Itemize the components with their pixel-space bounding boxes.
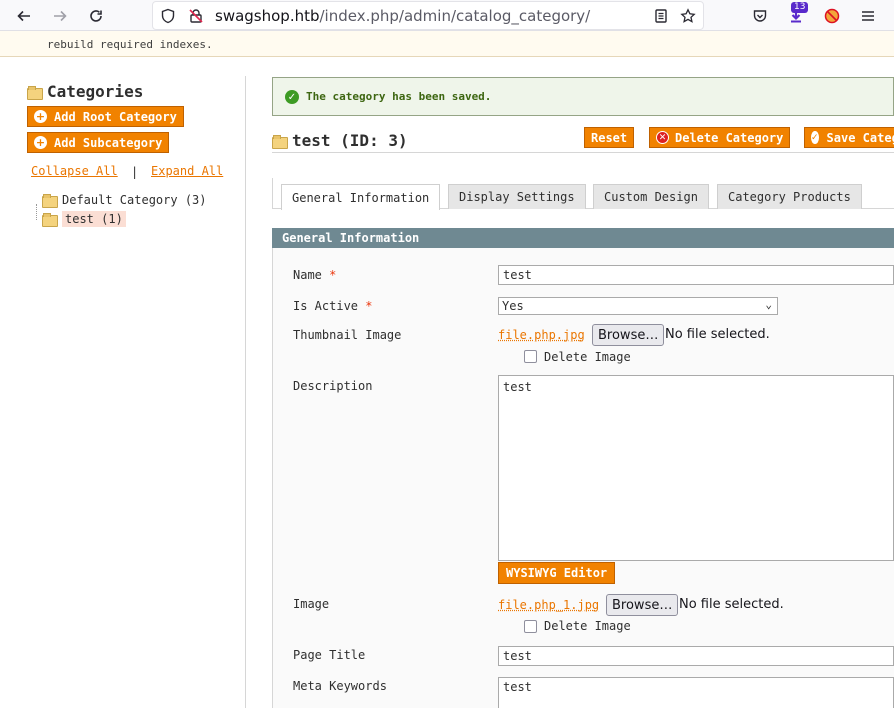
categories-heading: Categories (27, 82, 143, 101)
folder-icon (272, 134, 288, 149)
tab-category-products[interactable]: Category Products (717, 184, 862, 209)
tree-item-default-category[interactable]: Default Category (3) (42, 193, 207, 208)
tab-custom-design[interactable]: Custom Design (593, 184, 709, 209)
section-header: General Information (272, 228, 894, 248)
plus-icon: + (34, 136, 47, 149)
page-title: test (ID: 3) (292, 131, 408, 150)
description-textarea[interactable]: test (498, 375, 894, 561)
back-icon[interactable] (12, 4, 36, 28)
success-message: ✓ The category has been saved. (272, 77, 894, 116)
shield-icon[interactable] (156, 4, 180, 28)
description-label: Description (293, 379, 373, 393)
bookmark-star-icon[interactable] (676, 4, 700, 28)
tab-label: General Information (292, 190, 430, 205)
blocker-extension-icon[interactable] (820, 4, 844, 28)
delete-category-button[interactable]: ✕ Delete Category (649, 127, 791, 148)
url-bar[interactable]: swagshop.htb/index.php/admin/catalog_cat… (152, 1, 704, 30)
categories-title: Categories (47, 82, 144, 101)
meta-keywords-textarea[interactable]: test (498, 677, 894, 708)
tree-item-label: test (1) (62, 211, 126, 227)
tree-connector (36, 204, 37, 220)
expand-all-link[interactable]: Expand All (151, 164, 223, 178)
notice-text: rebuild required indexes. (47, 38, 213, 51)
reset-label: Reset (591, 130, 628, 145)
page-title-input[interactable]: test (498, 646, 894, 666)
delete-label: Delete Category (675, 130, 784, 145)
save-category-button[interactable]: ✓ Save Category (804, 127, 894, 148)
chevron-down-icon: ⌄ (765, 298, 772, 311)
thumbnail-delete-checkbox[interactable] (524, 350, 537, 363)
sidebar-divider (245, 76, 246, 708)
image-delete-label: Delete Image (544, 619, 631, 633)
tab-label: Custom Design (604, 190, 698, 204)
success-text: The category has been saved. (306, 90, 492, 103)
image-file-link[interactable]: file.php_1.jpg (498, 598, 599, 612)
tree-item-label: Default Category (3) (62, 193, 207, 207)
add-subcategory-label: Add Subcategory (54, 135, 163, 150)
tree-item-test[interactable]: test (1) (42, 211, 126, 227)
thumbnail-browse-button[interactable]: Browse… (592, 324, 665, 346)
menu-icon[interactable] (856, 4, 880, 28)
name-input[interactable]: test (498, 265, 894, 285)
add-root-category-label: Add Root Category (54, 109, 177, 124)
thumbnail-no-file-text: No file selected. (665, 327, 770, 342)
plus-icon: + (34, 110, 47, 123)
image-browse-button[interactable]: Browse… (606, 594, 679, 616)
delete-icon: ✕ (656, 131, 669, 144)
tab-label: Category Products (728, 190, 851, 204)
is-active-label: Is Active * (293, 299, 373, 313)
url-path: /index.php/admin/catalog_category/ (319, 7, 591, 25)
is-active-select[interactable]: Yes ⌄ (498, 297, 778, 315)
name-label-text: Name (293, 268, 322, 282)
image-no-file-text: No file selected. (679, 597, 784, 612)
success-check-icon: ✓ (285, 90, 299, 104)
required-mark: * (365, 299, 373, 313)
add-subcategory-button[interactable]: + Add Subcategory (27, 132, 170, 153)
reset-button[interactable]: Reset (584, 127, 635, 148)
wysiwyg-editor-button[interactable]: WYSIWYG Editor (498, 562, 616, 584)
header-divider (272, 152, 894, 153)
folder-icon (42, 213, 58, 227)
insecure-lock-icon[interactable] (184, 4, 208, 28)
extensions-badge: 13 (791, 2, 809, 13)
browser-toolbar: swagshop.htb/index.php/admin/catalog_cat… (0, 0, 894, 31)
tab-display-settings[interactable]: Display Settings (448, 184, 586, 209)
reload-icon[interactable] (84, 4, 108, 28)
forward-icon[interactable] (48, 4, 72, 28)
is-active-value: Yes (502, 299, 524, 313)
pocket-icon[interactable] (748, 4, 772, 28)
url-text[interactable]: swagshop.htb/index.php/admin/catalog_cat… (215, 7, 645, 25)
reader-mode-icon[interactable] (649, 4, 673, 28)
index-notice: rebuild required indexes. (0, 31, 894, 57)
add-root-category-button[interactable]: + Add Root Category (27, 106, 184, 127)
url-host: swagshop.htb (215, 7, 320, 25)
link-separator: | (131, 165, 139, 179)
collapse-all-link[interactable]: Collapse All (31, 164, 118, 178)
save-label: Save Category (826, 130, 894, 145)
image-delete-checkbox[interactable] (524, 620, 537, 633)
page-title-label: Page Title (293, 648, 366, 662)
thumbnail-file-link[interactable]: file.php.jpg (498, 328, 585, 342)
required-mark: * (329, 268, 337, 282)
folder-icon (42, 194, 58, 208)
meta-keywords-label: Meta Keywords (293, 679, 387, 693)
check-icon: ✓ (811, 131, 819, 144)
category-header: test (ID: 3) (272, 131, 408, 150)
thumbnail-delete-label: Delete Image (544, 350, 631, 364)
thumbnail-label: Thumbnail Image (293, 328, 402, 342)
tab-label: Display Settings (459, 190, 575, 204)
tab-general-information[interactable]: General Information (281, 184, 441, 210)
name-label: Name * (293, 268, 336, 282)
image-label: Image (293, 597, 330, 611)
is-active-label-text: Is Active (293, 299, 359, 313)
folder-icon (27, 85, 43, 100)
